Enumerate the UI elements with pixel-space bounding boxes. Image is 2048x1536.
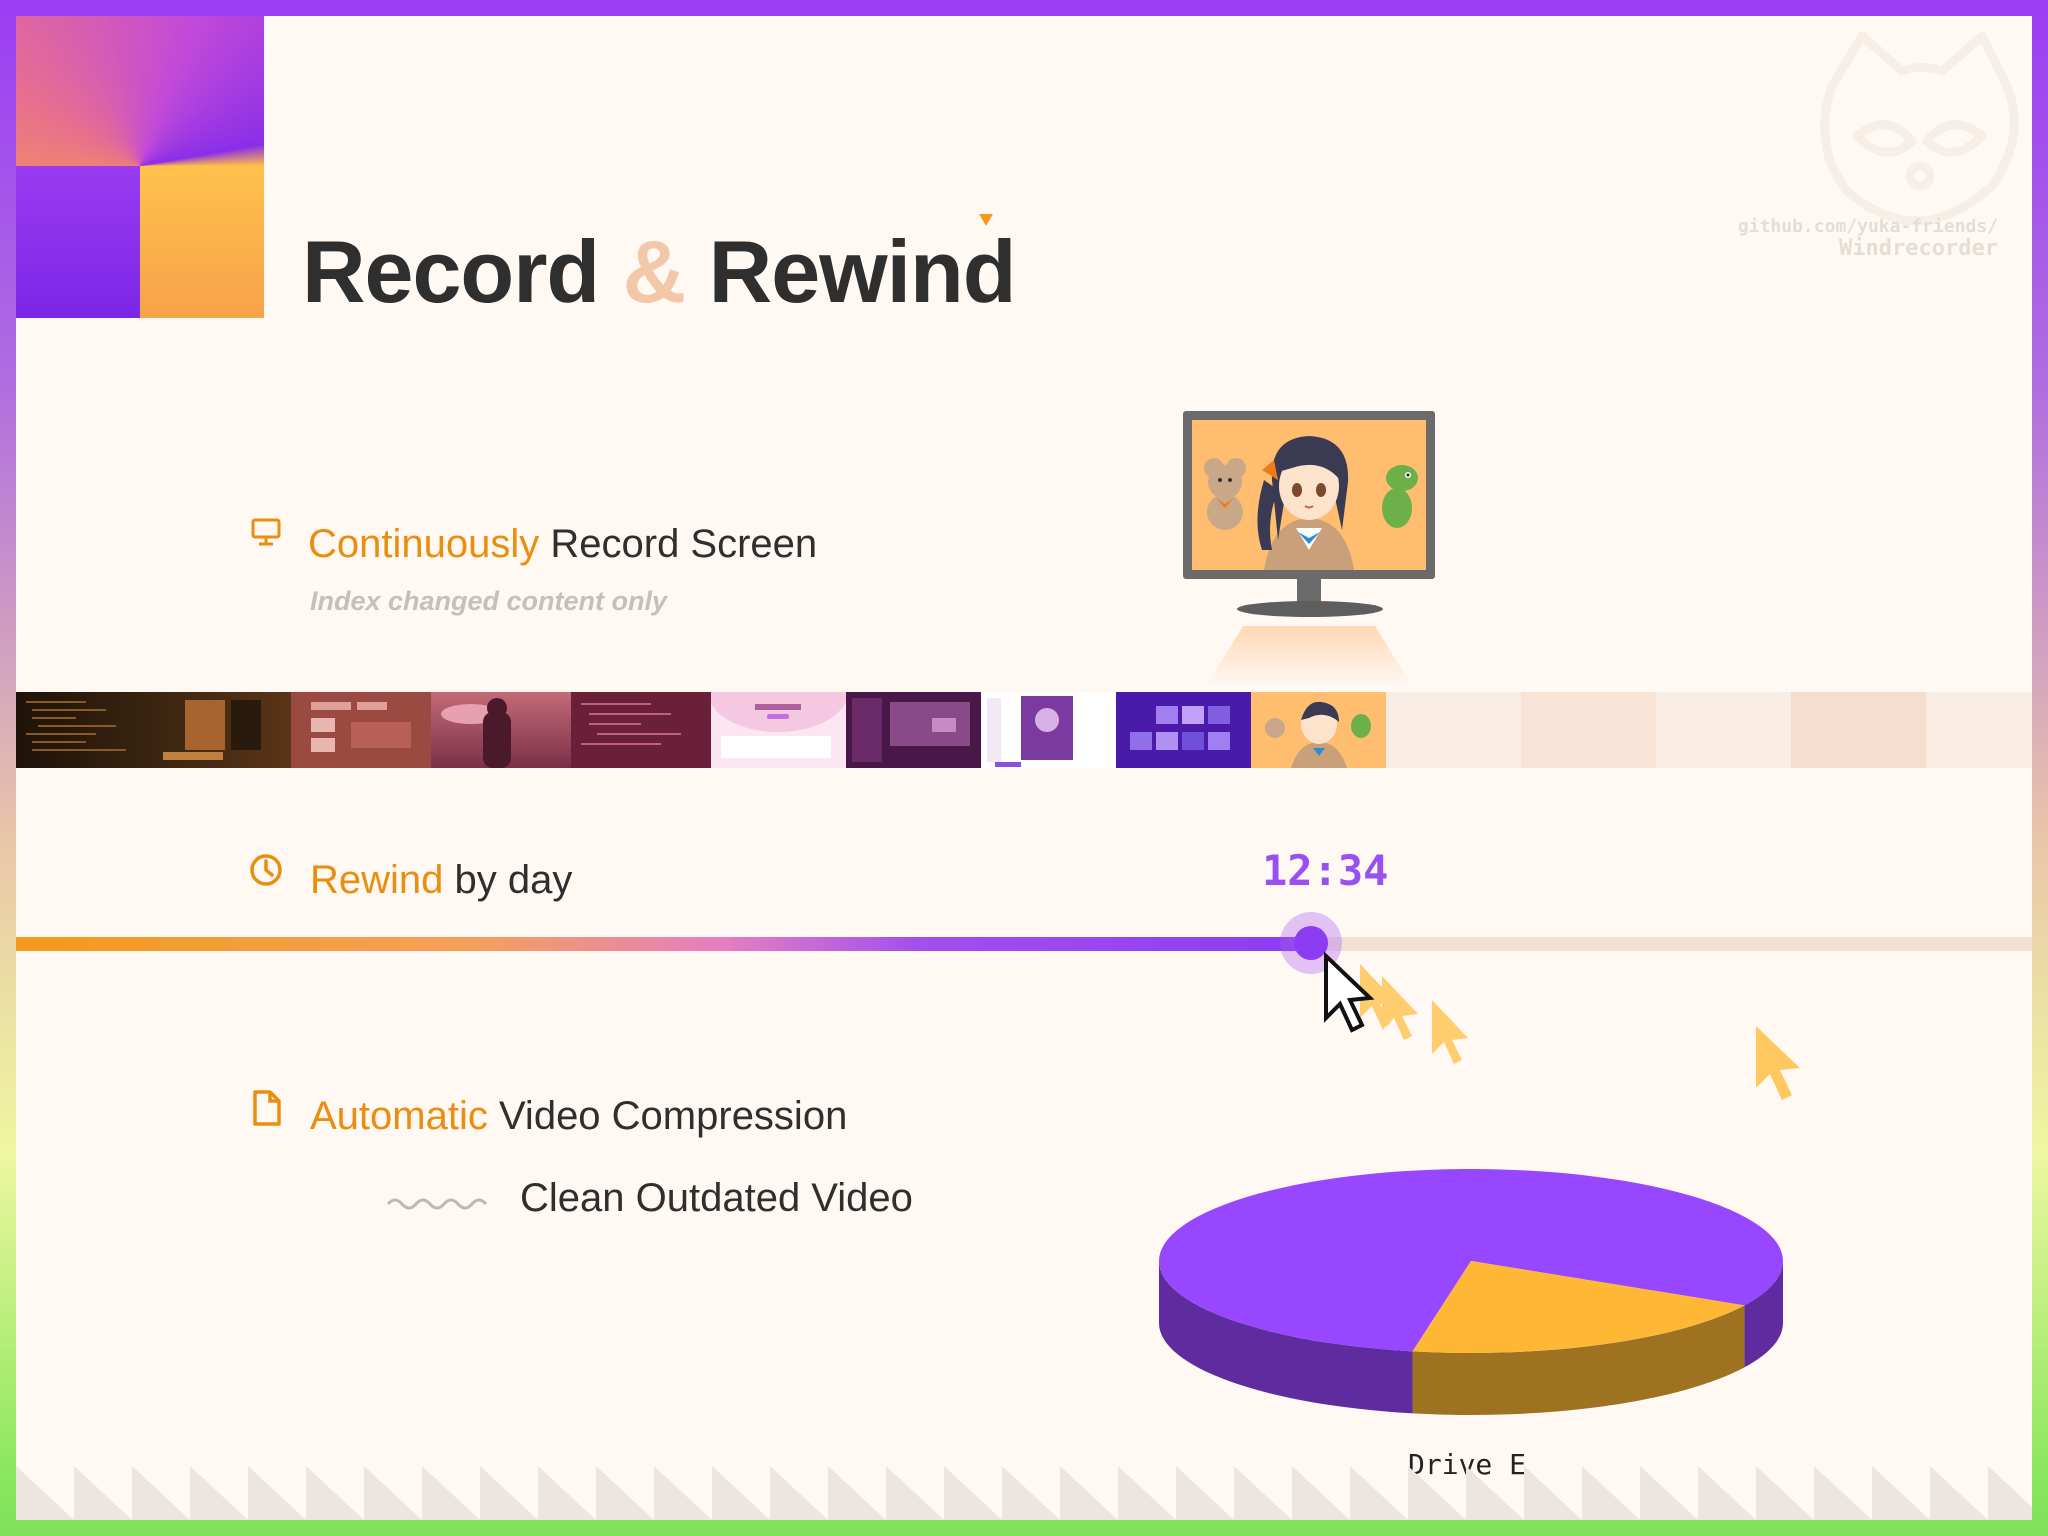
filmstrip-frame[interactable] [846,692,981,768]
wave-icon [386,1198,488,1210]
feature-record-screen: Continuously Record Screen [308,522,817,567]
filmstrip-frame-empty [1386,692,1521,768]
filmstrip-frame[interactable] [151,692,291,768]
monitor-illustration [1183,411,1435,579]
pie-top [1159,1169,1783,1353]
title-record: Record [302,222,600,321]
filmstrip-frame-empty [1656,692,1791,768]
filmstrip-frame[interactable] [711,692,846,768]
filmstrip-frame[interactable] [1251,692,1386,768]
raccoon-logo-icon [1820,31,2019,226]
feature-clean-subtitle: Clean Outdated Video [520,1176,913,1220]
street-photo-thumbnail [441,698,511,768]
filmstrip-frame[interactable] [571,692,711,768]
title-mark-icon [979,214,993,226]
media-app-thumbnail [852,698,970,762]
desktop-thumbnail [163,700,261,760]
projection-glow [1206,626,1412,686]
anime-girl-thumbnail [1265,701,1371,768]
filmstrip-frame[interactable] [291,692,431,768]
clock-icon [250,854,282,886]
corner-decoration-orange [140,166,264,318]
filmstrip-frame[interactable] [16,692,151,768]
cursor-icon [1756,1026,1800,1100]
repo-link[interactable]: github.com/yuka-friends/ Windrecorder [1738,216,1998,260]
screenshot-filmstrip[interactable] [16,692,2032,768]
drive-usage-pie-chart [1159,1169,1783,1415]
photo-viewer-thumbnail [987,696,1073,767]
bottom-sawtooth-decoration [16,1466,2032,1520]
title-rewind: Rewind [708,222,1017,321]
file-icon [253,1090,281,1126]
timeline-progress [16,937,1306,951]
timeline-time-label: 12:34 [1262,846,1389,895]
repo-link-line1: github.com/yuka-friends/ [1737,216,1998,237]
cursor-trail [1324,951,1468,1064]
monitor-stand-neck [1297,579,1321,603]
corner-decoration-purple [16,166,140,318]
repo-link-line2: Windrecorder [1839,236,1998,261]
code-editor-thumbnail [581,703,681,745]
feature-rewind-highlight: Rewind [310,858,444,902]
slide-panel: github.com/yuka-friends/ Windrecorder Re… [16,16,2032,1520]
feature-compression-text: Video Compression [487,1094,848,1138]
monitor-icon [251,518,281,546]
filmstrip-frame-empty [1791,692,1926,768]
monitor-screen [1192,420,1426,570]
title-ampersand: & [622,222,687,321]
filmstrip-frame-empty [1521,692,1656,768]
filmstrip-frame-empty [1926,692,2032,768]
feature-record-text: Record Screen [539,522,818,566]
gallery-thumbnail [1130,706,1230,750]
feature-compression: Automatic Video Compression [310,1094,847,1139]
filmstrip-frame[interactable] [1116,692,1251,768]
feature-rewind: Rewind by day [310,858,572,903]
code-editor-thumbnail [26,701,126,751]
feature-record-subtitle: Index changed content only [310,586,668,616]
feature-compression-highlight: Automatic [310,1094,488,1138]
filmstrip-frame[interactable] [981,692,1116,768]
monitor-stand-base [1237,601,1383,617]
feature-record-highlight: Continuously [308,522,540,566]
filmstrip-frame[interactable] [431,692,571,768]
anime-girl-image [1192,420,1426,570]
chat-app-thumbnail [711,692,846,758]
feature-rewind-text: by day [443,858,573,902]
page-title: Record & Rewind [302,221,1017,323]
file-manager-thumbnail [311,702,411,752]
